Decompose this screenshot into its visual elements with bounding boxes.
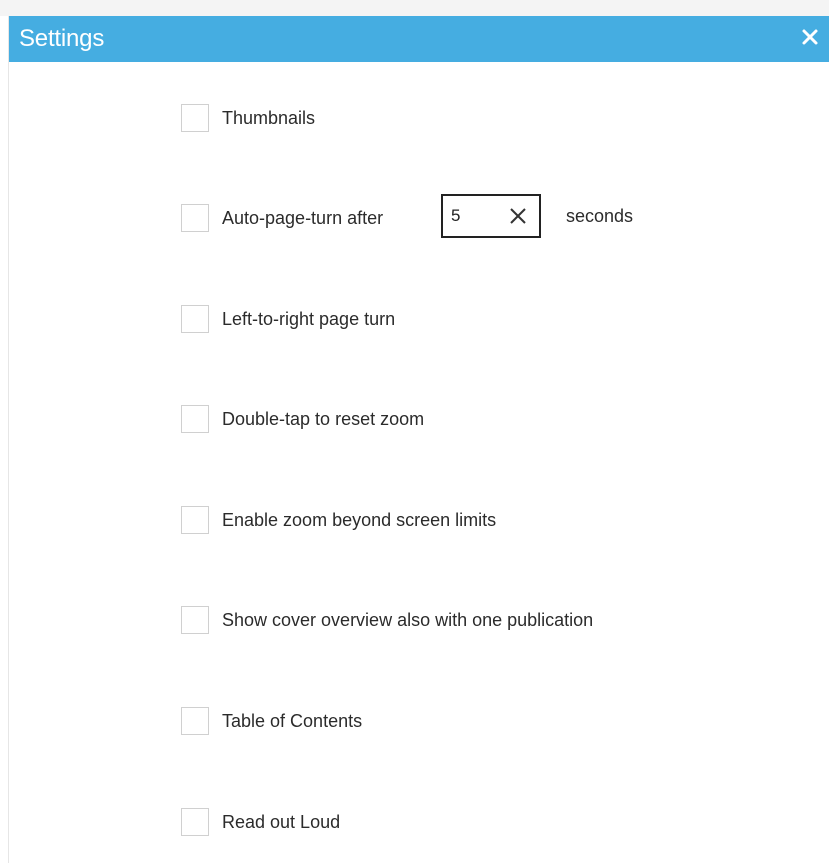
dialog-title: Settings [19, 25, 105, 52]
option-thumbnails: Thumbnails [181, 102, 315, 134]
table-of-contents-checkbox[interactable] [181, 707, 209, 735]
seconds-unit-label: seconds [566, 206, 634, 226]
auto-page-turn-checkbox[interactable] [181, 204, 209, 232]
settings-dialog: Settings Thumbnails Auto-page-turn after [8, 16, 829, 863]
zoom-beyond-limits-checkbox[interactable] [181, 506, 209, 534]
left-to-right-checkbox[interactable] [181, 305, 209, 333]
left-to-right-label: Left-to-right page turn [222, 308, 396, 329]
seconds-input[interactable] [451, 205, 501, 227]
double-tap-label: Double-tap to reset zoom [222, 408, 425, 429]
zoom-beyond-limits-label: Enable zoom beyond screen limits [222, 509, 497, 530]
cover-overview-checkbox[interactable] [181, 606, 209, 634]
close-icon [796, 23, 824, 51]
option-double-tap-reset-zoom: Double-tap to reset zoom [181, 403, 424, 435]
clear-icon [507, 205, 529, 227]
clear-input-button[interactable] [507, 205, 529, 227]
option-auto-page-turn: Auto-page-turn after [181, 202, 383, 234]
option-left-to-right: Left-to-right page turn [181, 303, 395, 335]
read-out-loud-label: Read out Loud [222, 811, 341, 832]
page: Settings Thumbnails Auto-page-turn after [0, 0, 829, 863]
double-tap-checkbox[interactable] [181, 405, 209, 433]
table-of-contents-label: Table of Contents [222, 710, 363, 731]
auto-page-turn-seconds-field[interactable] [441, 194, 541, 238]
read-out-loud-checkbox[interactable] [181, 808, 209, 836]
close-button[interactable] [796, 23, 824, 51]
thumbnails-label: Thumbnails [222, 107, 316, 128]
thumbnails-checkbox[interactable] [181, 104, 209, 132]
background-window-strip [0, 0, 829, 16]
option-table-of-contents: Table of Contents [181, 705, 362, 737]
option-cover-overview: Show cover overview also with one public… [181, 604, 593, 636]
option-zoom-beyond-limits: Enable zoom beyond screen limits [181, 504, 496, 536]
dialog-titlebar: Settings [9, 16, 829, 62]
cover-overview-label: Show cover overview also with one public… [222, 609, 594, 630]
option-read-out-loud: Read out Loud [181, 806, 340, 838]
auto-page-turn-label: Auto-page-turn after [222, 207, 384, 228]
